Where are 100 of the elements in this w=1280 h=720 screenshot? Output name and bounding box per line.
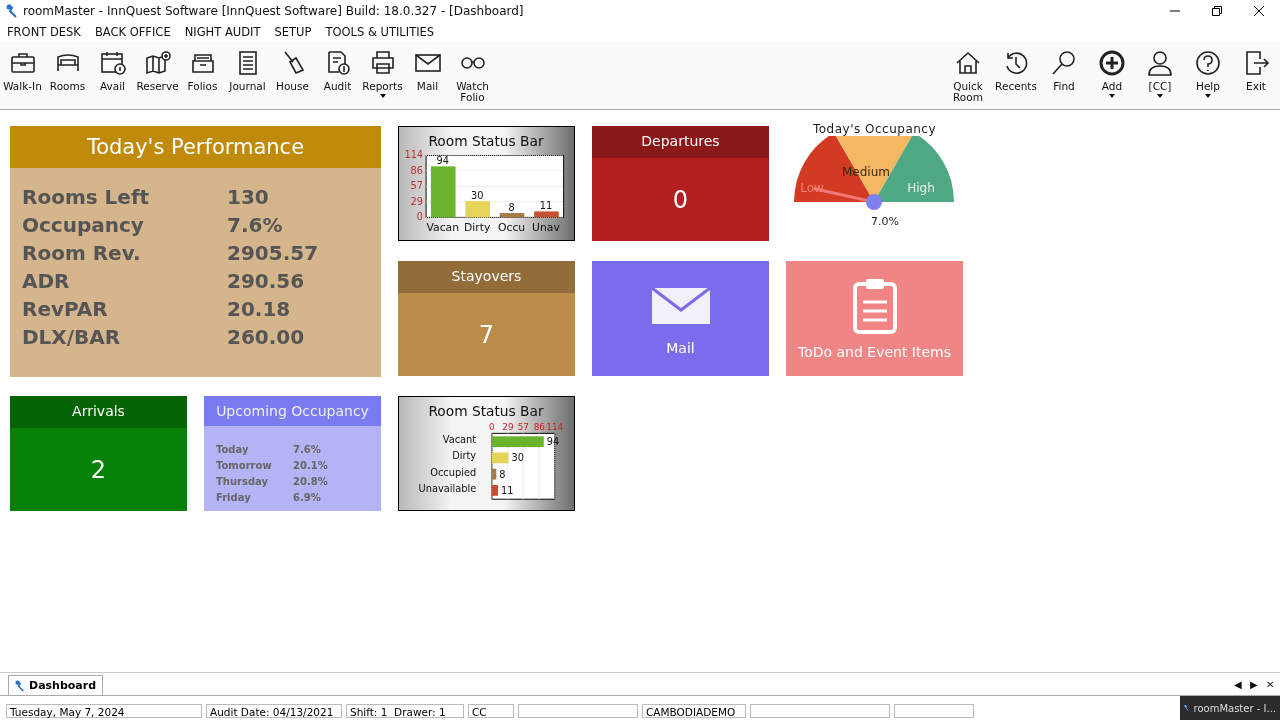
house-icon <box>954 49 982 77</box>
toolbar-button[interactable]: House <box>270 49 315 92</box>
menu-item[interactable]: FRONT DESK <box>7 24 81 39</box>
axis-tick-label: 0 <box>489 422 495 433</box>
day-label: Today <box>216 443 250 457</box>
bar-value: 8 <box>499 468 506 480</box>
plus-circle-icon <box>1098 49 1126 77</box>
search-icon <box>1050 49 1078 77</box>
category-label: Vacan <box>426 221 460 235</box>
map-with-plus-icon <box>143 49 172 77</box>
bar-value: 94 <box>546 436 560 448</box>
toolbar-button[interactable]: Watch Folio <box>450 49 495 103</box>
toolbar-button[interactable]: [CC] <box>1136 49 1184 98</box>
axis-tick-label: 57 <box>517 422 529 433</box>
metric-value: 130 <box>227 184 270 210</box>
tile-count: 0 <box>672 185 689 214</box>
gauge-range-label: High <box>907 181 935 195</box>
menu-item[interactable]: BACK OFFICE <box>94 24 171 39</box>
metric-value: 7.6% <box>227 212 284 238</box>
toolbar-button[interactable]: Mail <box>405 49 450 92</box>
count-tile[interactable]: Stayovers 7 <box>398 261 575 376</box>
category-label: Dirty <box>452 450 477 462</box>
metric-label: Occupancy <box>22 212 145 238</box>
category-label: Occu <box>497 221 526 235</box>
toolbar-button[interactable]: Audit <box>315 49 360 92</box>
toolbar-button[interactable]: Rooms <box>45 49 90 92</box>
day-label: Thursday <box>216 475 270 489</box>
tile-title: Upcoming Occupancy <box>204 396 381 426</box>
bar-value: 30 <box>470 190 484 202</box>
metric-label: Rooms Left <box>22 184 151 210</box>
toolbar-button[interactable]: Reserve <box>135 49 180 92</box>
toolbar-button[interactable]: Journal <box>225 49 270 92</box>
menu-item[interactable]: TOOLS & UTILITIES <box>325 24 435 39</box>
status-field: CC <box>468 704 514 718</box>
bar-value: 11 <box>500 484 514 496</box>
restore-icon[interactable] <box>1212 6 1222 16</box>
tile-title: Departures <box>592 126 769 158</box>
person-icon <box>1146 49 1174 77</box>
metric-value: 290.56 <box>227 268 306 294</box>
toolbar-button[interactable]: Quick Room <box>944 49 992 103</box>
axis-tick-label: 114 <box>404 149 424 161</box>
tab-nav-button[interactable]: ✕ <box>1264 678 1276 690</box>
toolbar-button[interactable]: Folios <box>180 49 225 92</box>
tile-count: 7 <box>478 320 495 349</box>
axis-tick-label: 29 <box>502 422 514 433</box>
menu-item[interactable]: NIGHT AUDIT <box>184 24 261 39</box>
bar <box>431 166 456 218</box>
category-label: Dirty <box>463 221 491 235</box>
bar <box>491 452 509 464</box>
day-label: Friday <box>216 491 252 505</box>
toolbar-button[interactable]: Exit <box>1232 49 1280 92</box>
tile-label: Mail <box>666 339 695 356</box>
toolbar-button[interactable]: Help <box>1184 49 1232 98</box>
envelope-icon <box>651 287 710 324</box>
metric-label: ADR <box>22 268 71 294</box>
document-tab[interactable]: Dashboard <box>8 675 104 695</box>
metric-value: 2905.57 <box>227 240 320 266</box>
bar <box>465 201 490 218</box>
status-field: CAMBODIADEMO <box>642 704 746 718</box>
toolbar-button[interactable]: Find <box>1040 49 1088 92</box>
axis-tick-label: 86 <box>410 164 424 176</box>
occupancy-value: 6.9% <box>293 491 322 505</box>
bar-value: 94 <box>436 155 449 167</box>
close-icon[interactable] <box>1254 6 1264 16</box>
shortcut-tile[interactable]: Mail <box>592 261 769 376</box>
window-title: roomMaster - InnQuest Software [InnQuest Software] Build: 18.0.327 - [Dashboard] <box>23 4 524 18</box>
toolbar-button[interactable]: Recents <box>992 49 1040 92</box>
metric-label: RevPAR <box>22 296 109 322</box>
axis-tick-label: 0 <box>416 211 424 223</box>
tile-title: Stayovers <box>398 261 575 293</box>
count-tile[interactable]: Arrivals 2 <box>10 396 187 511</box>
chart-title: Room Status Bar <box>428 402 544 419</box>
occupancy-value: 20.1% <box>293 459 329 473</box>
status-field: Shift: 1 Drawer: 1 <box>346 704 464 718</box>
gauge-reading: 7.0% <box>871 215 899 228</box>
bar-value: 30 <box>511 452 524 464</box>
toolbar-button[interactable]: Walk-In <box>0 49 45 92</box>
category-label: Unav <box>532 221 560 235</box>
category-label: Vacant <box>442 434 477 446</box>
gauge-title: Today's Occupancy <box>812 122 937 136</box>
app-logo-icon <box>15 679 25 692</box>
tab-nav-button[interactable]: ▶ <box>1248 678 1260 690</box>
category-label: Occupied <box>430 466 477 478</box>
toolbar-button[interactable]: Reports <box>360 49 405 98</box>
occupancy-value: 7.6% <box>293 443 322 457</box>
count-tile[interactable]: Departures 0 <box>592 126 769 241</box>
axis-tick-label: 57 <box>410 180 424 192</box>
tile-title: Today's Performance <box>10 126 381 168</box>
toolbar-button[interactable]: Avail <box>90 49 135 92</box>
tab-nav-button[interactable]: ◀ <box>1232 678 1244 690</box>
metric-value: 20.18 <box>227 296 292 322</box>
taskbar-button[interactable]: roomMaster - I... <box>1180 696 1280 720</box>
bar <box>491 468 497 480</box>
performance-tile[interactable]: Today's Performance Rooms Left 130 Occupancy 7.6% Room Rev. 2905.57 ADR 290.56 RevPAR 20.18 DLX/BAR 260.00 <box>10 126 381 377</box>
menu-item[interactable]: SETUP <box>274 24 312 39</box>
needle-hub <box>866 194 882 210</box>
status-field: Audit Date: 04/13/2021 <box>206 704 342 718</box>
status-field: Tuesday, May 7, 2024 <box>6 704 202 718</box>
app-logo-icon <box>1184 702 1190 714</box>
toolbar-button[interactable]: Add <box>1088 49 1136 98</box>
